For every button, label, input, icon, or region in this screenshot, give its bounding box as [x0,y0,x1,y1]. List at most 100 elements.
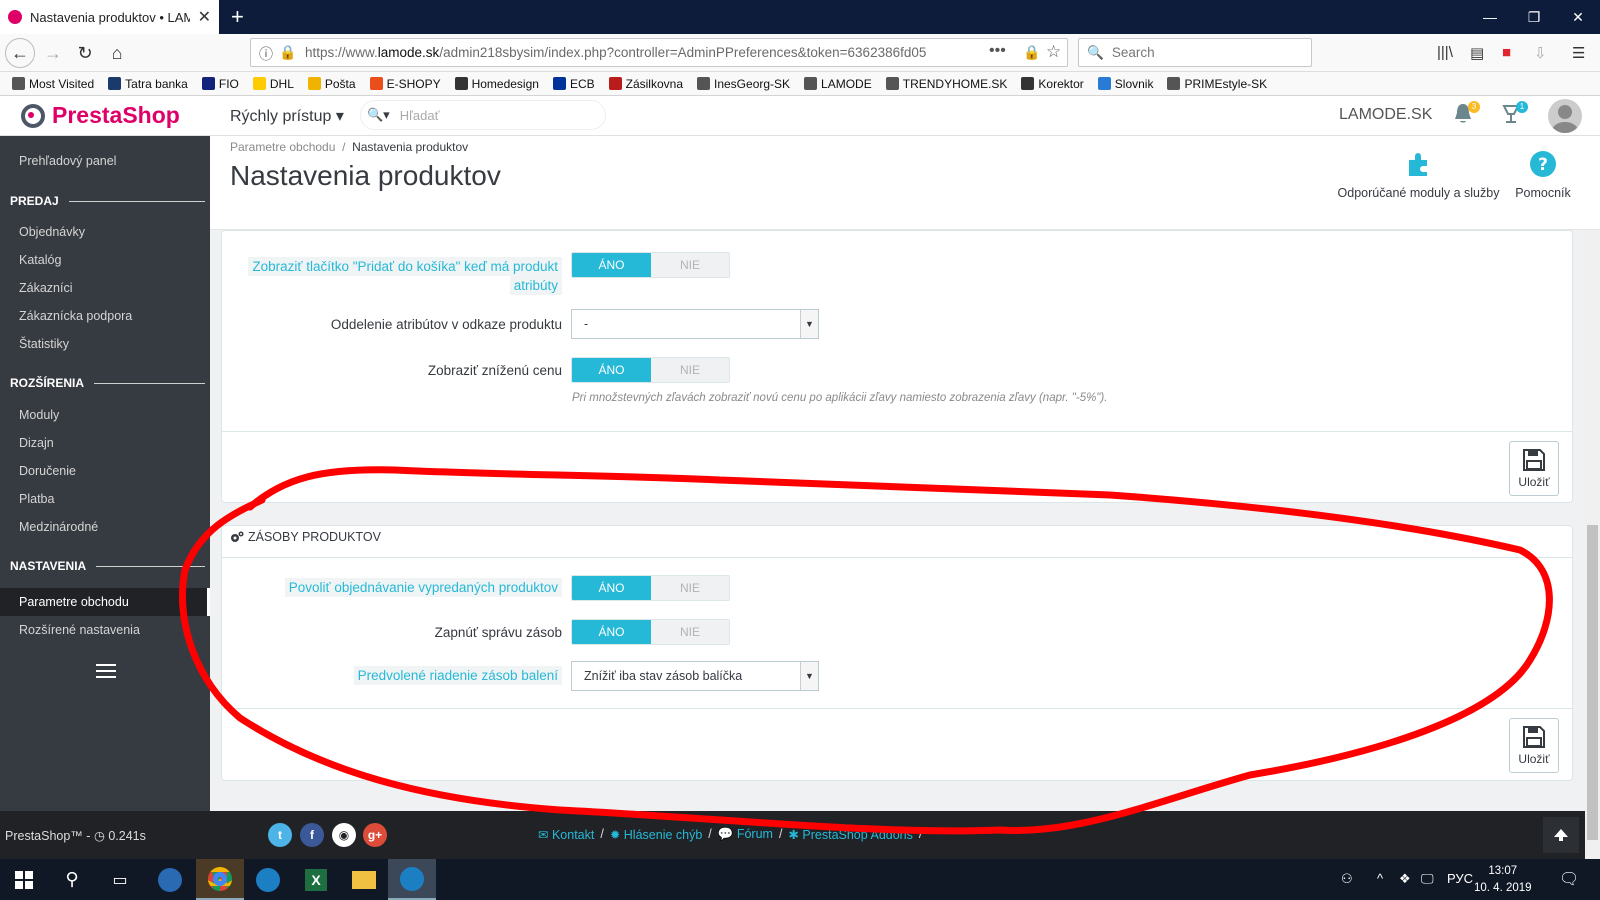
admin-sidebar: Prehľadový panel PREDAJ Objednávky Katal… [0,136,210,811]
reload-button[interactable]: ↻ [70,38,100,68]
bookmark-item[interactable]: Slovnik [1097,77,1153,91]
twitter-icon[interactable]: t [268,823,292,847]
permission-lock-icon[interactable]: 🔒 [1023,44,1040,61]
back-button[interactable]: ← [5,38,35,68]
language-indicator[interactable]: РУС [1447,871,1473,886]
page-title: Nastavenia produktov [230,160,501,191]
bookmark-item[interactable]: ECB [552,77,595,91]
scroll-to-top-button[interactable] [1543,817,1579,853]
sidebar-item-stats[interactable]: Štatistiky [19,337,69,351]
prestashop-logo-icon [21,103,45,128]
orders-icon[interactable]: 1 [1500,101,1528,130]
prestashop-logo[interactable]: PrestaShop [20,102,180,129]
forward-button[interactable]: → [38,38,68,68]
taskbar-clock[interactable]: 13:07 10. 4. 2019 [1474,863,1532,897]
taskbar-search-icon[interactable]: ⚲ [48,859,96,900]
google-plus-icon[interactable]: g+ [363,823,387,847]
github-icon[interactable]: ◉ [332,823,356,847]
sidebar-item-customers[interactable]: Zákazníci [19,281,73,295]
notifications-icon[interactable]: 🗨 [1559,869,1579,889]
sidebar-toggle-icon[interactable]: ▤ [1470,44,1484,62]
page-scrollbar[interactable] [1585,230,1600,859]
more-actions-icon[interactable]: ••• [989,42,1006,60]
sidebar-item-payment[interactable]: Platba [19,492,54,506]
sidebar-item-design[interactable]: Dizajn [19,436,54,450]
info-icon[interactable]: ⓘ [259,44,273,64]
browser-search-input[interactable]: 🔍 Search [1078,38,1312,67]
close-window-button[interactable]: ✕ [1556,0,1600,34]
stock-management-switch[interactable]: ÁNO NIE [571,619,730,645]
tray-expand-icon[interactable]: ^ [1377,871,1383,886]
bookmark-item[interactable]: Korektor [1021,77,1084,91]
minimize-button[interactable]: — [1468,0,1512,34]
close-tab-icon[interactable]: ✕ [198,7,211,27]
add-to-cart-attributes-switch[interactable]: ÁNO NIE [571,252,730,278]
sidebar-item-modules[interactable]: Moduly [19,408,59,422]
admin-search-input[interactable]: 🔍▾ Hľadať [360,100,606,130]
library-icon[interactable]: |||\ [1437,44,1453,61]
chrome-icon[interactable] [196,859,244,900]
dropbox-icon[interactable]: ❖ [1399,871,1411,887]
app-icon[interactable] [244,859,292,900]
bookmark-item[interactable]: LAMODE [804,77,872,91]
sidebar-item-orders[interactable]: Objednávky [19,225,85,239]
notifications-bell-icon[interactable]: 3 [1452,101,1480,130]
bookmark-item[interactable]: TRENDYHOME.SK [885,77,1007,91]
recommended-modules-button[interactable]: Odporúčané moduly a služby [1336,150,1501,200]
save-button-panel1[interactable]: Uložiť [1509,441,1559,496]
collapse-menu-icon[interactable] [96,664,116,678]
bookmark-item[interactable]: PRIMEstyle-SK [1167,77,1267,91]
excel-icon[interactable]: X [292,859,340,900]
shop-name-link[interactable]: LAMODE.SK [1339,106,1432,124]
quick-access-dropdown[interactable]: Rýchly prístup ▾ [230,106,344,126]
attribute-separator-select[interactable]: - ▼ [571,309,819,339]
bookmark-item[interactable]: InesGeorg-SK [697,77,790,91]
maximize-button[interactable]: ❐ [1512,0,1556,34]
network-icon[interactable]: 🖵 [1421,871,1434,887]
save-button-panel2[interactable]: Uložiť [1509,718,1559,773]
bookmark-item[interactable]: Homedesign [454,77,539,91]
task-view-icon[interactable]: ▭ [96,859,144,900]
app-icon-active[interactable] [388,859,436,900]
start-button[interactable] [0,859,48,900]
bookmark-item[interactable]: Tatra banka [108,77,188,91]
new-tab-button[interactable]: + [231,3,244,31]
bookmark-item[interactable]: Pošta [307,77,356,91]
bank-icon [108,77,122,90]
bookmark-item[interactable]: FIO [201,77,239,91]
sidebar-item-support[interactable]: Zákaznícka podpora [19,309,132,323]
people-icon[interactable]: ⚇ [1341,871,1353,887]
bookmark-item[interactable]: Zásilkovna [608,77,683,91]
browser-tab-active[interactable]: Nastavenia produktov • LAMODE ✕ [0,0,219,34]
bookmark-item[interactable]: E-SHOPY [369,77,441,91]
url-bar[interactable]: ⓘ 🔒 https://www.lamode.sk/admin218sbysim… [250,38,1068,67]
breadcrumb-parent[interactable]: Parametre obchodu [230,140,335,154]
thunderbird-icon[interactable] [146,859,194,900]
footer-link-forum[interactable]: 💬 Fórum [718,827,773,842]
footer-link-addons[interactable]: ✱ PrestaShop Addons [788,827,912,842]
lock-warning-icon[interactable]: 🔒 [279,44,296,61]
bookmark-star-icon[interactable]: ☆ [1046,42,1061,62]
home-button[interactable]: ⌂ [102,38,132,68]
download-icon[interactable]: ⇩ [1534,44,1547,62]
allow-oos-orders-switch[interactable]: ÁNO NIE [571,575,730,601]
bookmark-item[interactable]: Most Visited [12,77,94,91]
sidebar-item-shop-parameters[interactable]: Parametre obchodu [19,595,129,609]
sidebar-item-international[interactable]: Medzinárodné [19,520,98,534]
scrollbar-thumb[interactable] [1587,525,1598,840]
sidebar-item-shipping[interactable]: Doručenie [19,464,76,478]
sidebar-item-advanced[interactable]: Rozšírené nastavenia [19,623,140,637]
file-explorer-icon[interactable] [340,859,388,900]
pocket-icon[interactable]: ■ [1502,44,1511,61]
facebook-icon[interactable]: f [300,823,324,847]
menu-icon[interactable]: ☰ [1572,44,1585,62]
sidebar-item-dashboard[interactable]: Prehľadový panel [19,154,116,168]
discounted-price-switch[interactable]: ÁNO NIE [571,357,730,383]
help-button[interactable]: ? Pomocník [1513,150,1573,200]
bookmark-item[interactable]: DHL [252,77,294,91]
footer-link-bugs[interactable]: ✹ Hlásenie chýb [610,827,702,842]
sidebar-item-catalog[interactable]: Katalóg [19,253,61,267]
footer-link-contact[interactable]: ✉ Kontakt [538,827,594,842]
user-avatar[interactable] [1548,99,1582,133]
pack-stock-select[interactable]: Znížiť iba stav zásob balíčka ▼ [571,661,819,691]
